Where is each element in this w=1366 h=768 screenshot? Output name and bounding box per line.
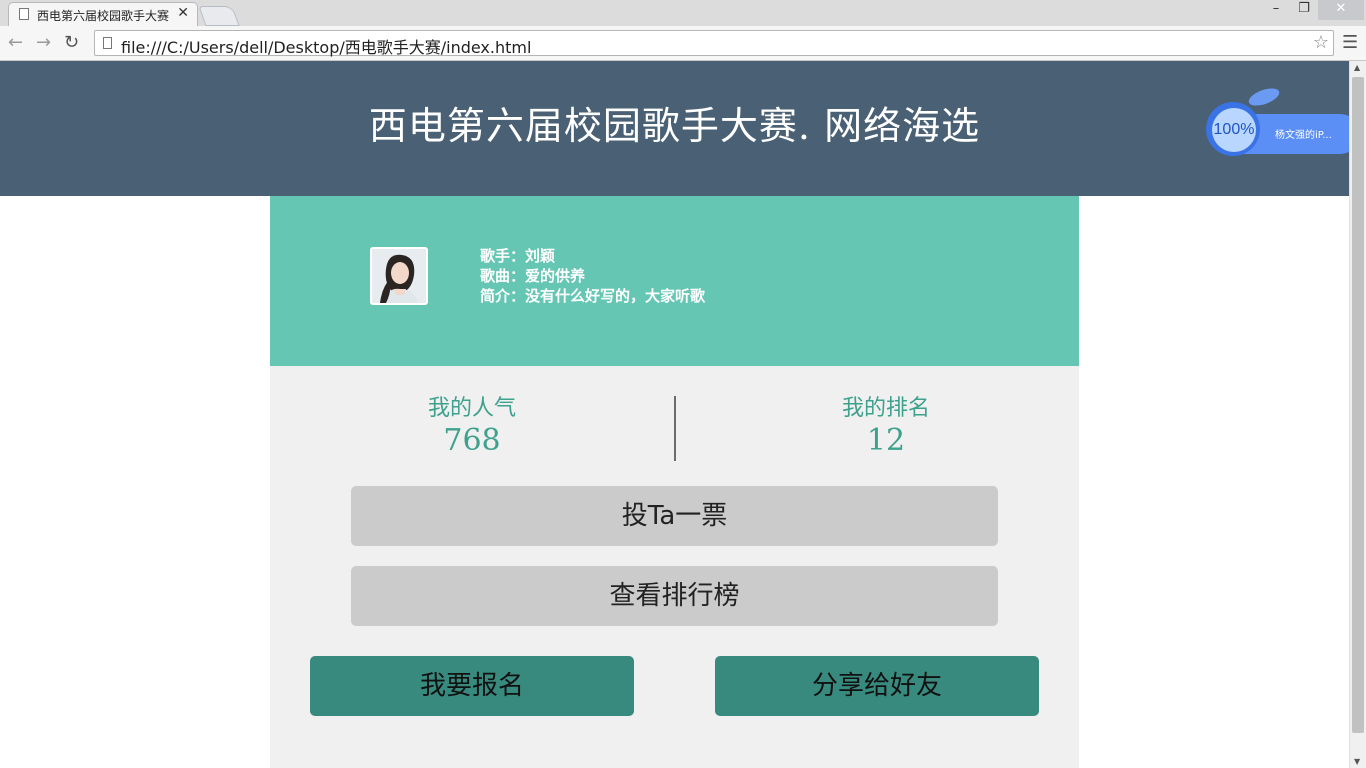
singer-name: 歌手：刘颖 bbox=[480, 247, 556, 265]
popularity-label: 我的人气 bbox=[427, 396, 516, 421]
stats-divider bbox=[674, 396, 676, 461]
scroll-up-icon[interactable]: ▲ bbox=[1354, 63, 1360, 72]
vertical-scrollbar[interactable]: ▲ ▼ bbox=[1349, 61, 1366, 768]
rank-label: 我的排名 bbox=[841, 396, 930, 421]
rank-value: 12 bbox=[866, 423, 906, 458]
address-bar[interactable]: file:///C:/Users/dell/Desktop/西电歌手大赛/ind… bbox=[94, 30, 1334, 58]
file-icon bbox=[103, 37, 112, 49]
new-tab-button[interactable] bbox=[198, 6, 240, 26]
forward-arrow-icon[interactable]: → bbox=[36, 32, 51, 53]
browser-titlebar: 西电第六届校园歌手大赛 ✕ – ❐ ✕ bbox=[0, 0, 1366, 27]
widget-label: 杨文强的iP... bbox=[1275, 130, 1332, 141]
minimize-button[interactable]: – bbox=[1262, 0, 1290, 20]
action-panel: 我的人气 768 我的排名 12 投Ta一票 查看排行榜 我要报名 分享给好友 bbox=[270, 366, 1079, 768]
back-arrow-icon[interactable]: ← bbox=[8, 32, 23, 53]
singer-intro: 简介：没有什么好写的，大家听歌 bbox=[480, 287, 706, 305]
menu-icon[interactable]: ☰ bbox=[1342, 32, 1358, 53]
floating-widget[interactable]: 100% 杨文强的iP... bbox=[1202, 84, 1362, 156]
singer-avatar bbox=[370, 247, 428, 305]
song-title: 歌曲：爱的供养 bbox=[480, 267, 586, 285]
tab-close-icon[interactable]: ✕ bbox=[177, 5, 189, 21]
page-header: 西电第六届校园歌手大赛. 网络海选 bbox=[0, 61, 1349, 196]
reload-icon[interactable]: ↻ bbox=[64, 32, 79, 53]
singer-panel: 歌手：刘颖 歌曲：爱的供养 简介：没有什么好写的，大家听歌 bbox=[270, 196, 1079, 366]
vote-button[interactable]: 投Ta一票 bbox=[351, 486, 998, 546]
widget-percent: 100% bbox=[1212, 108, 1256, 152]
rank-stat: 我的排名 12 bbox=[796, 394, 976, 458]
leaderboard-button[interactable]: 查看排行榜 bbox=[351, 566, 998, 626]
page-title: 西电第六届校园歌手大赛. 网络海选 bbox=[368, 104, 981, 148]
restore-button[interactable]: ❐ bbox=[1290, 0, 1318, 20]
signup-button[interactable]: 我要报名 bbox=[310, 656, 634, 716]
share-button[interactable]: 分享给好友 bbox=[715, 656, 1039, 716]
scroll-down-icon[interactable]: ▼ bbox=[1354, 757, 1360, 766]
popularity-value: 768 bbox=[443, 423, 501, 458]
window-close-button[interactable]: ✕ bbox=[1318, 0, 1364, 20]
browser-toolbar: ← → ↻ file:///C:/Users/dell/Desktop/西电歌手… bbox=[0, 26, 1366, 61]
url-text[interactable]: file:///C:/Users/dell/Desktop/西电歌手大赛/ind… bbox=[121, 34, 531, 58]
tab-title: 西电第六届校园歌手大赛 bbox=[37, 9, 170, 23]
scroll-thumb[interactable] bbox=[1352, 77, 1364, 733]
browser-tab[interactable]: 西电第六届校园歌手大赛 ✕ bbox=[8, 2, 198, 26]
bookmark-star-icon[interactable]: ☆ bbox=[1313, 32, 1329, 53]
page-icon bbox=[19, 8, 29, 20]
singer-info: 歌手：刘颖 歌曲：爱的供养 简介：没有什么好写的，大家听歌 bbox=[480, 246, 705, 306]
popularity-stat: 我的人气 768 bbox=[382, 394, 562, 458]
